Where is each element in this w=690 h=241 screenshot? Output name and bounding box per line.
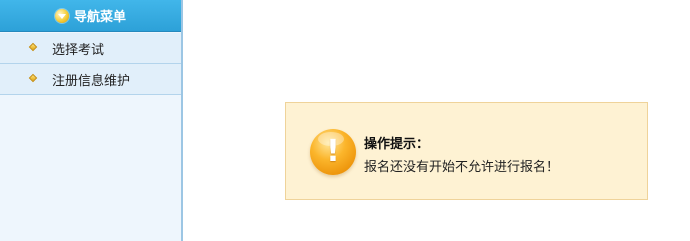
exclamation-glyph: ! <box>326 134 340 169</box>
sidebar: 导航菜单 选择考试 注册信息维护 <box>0 0 183 241</box>
sidebar-item-registration-info[interactable]: 注册信息维护 <box>0 64 181 95</box>
diamond-bullet-icon <box>28 42 38 52</box>
chevron-down-icon <box>54 8 69 23</box>
sidebar-item-label: 选择考试 <box>52 42 105 58</box>
alert-box: ! 操作提示： 报名还没有开始不允许进行报名！ <box>285 102 648 200</box>
sidebar-item-select-exam[interactable]: 选择考试 <box>0 33 181 64</box>
exclamation-icon: ! <box>310 129 356 175</box>
nav-menu-header[interactable]: 导航菜单 <box>0 0 181 32</box>
alert-title: 操作提示： <box>364 137 430 152</box>
alert-message: 报名还没有开始不允许进行报名！ <box>364 160 560 175</box>
diamond-bullet-icon <box>28 73 38 83</box>
sidebar-item-label: 注册信息维护 <box>52 73 131 89</box>
nav-menu-title: 导航菜单 <box>73 10 126 25</box>
main-content: ! 操作提示： 报名还没有开始不允许进行报名！ <box>185 0 690 241</box>
